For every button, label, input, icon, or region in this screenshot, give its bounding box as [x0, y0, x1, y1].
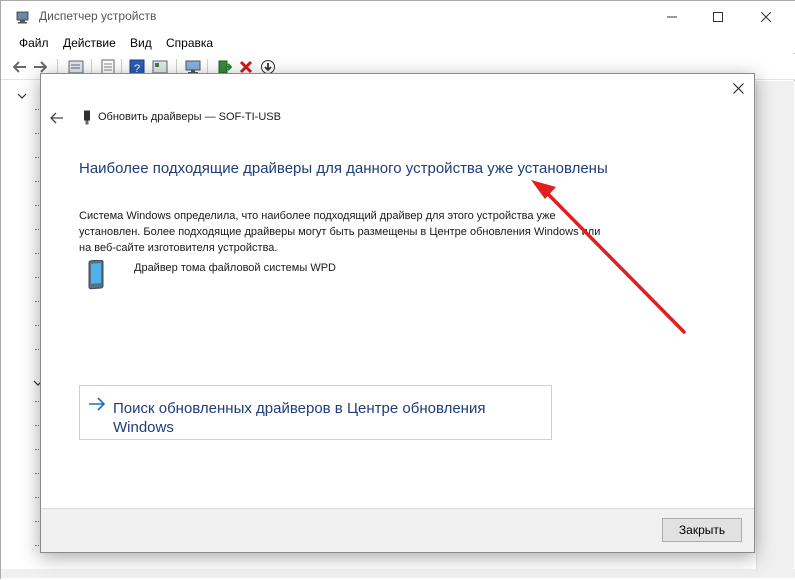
menu-action[interactable]: Действие	[63, 36, 116, 50]
menu-bar: Файл Действие Вид Справка	[1, 33, 795, 53]
close-button[interactable]: Закрыть	[662, 518, 742, 542]
maximize-button[interactable]	[695, 1, 741, 33]
device-manager-icon	[16, 11, 29, 24]
search-link-text: Поиск обновленных драйверов в Центре обн…	[113, 400, 486, 436]
menu-file[interactable]: Файл	[19, 36, 49, 50]
tree-view-icon	[68, 60, 84, 74]
window-close-button[interactable]	[743, 1, 789, 33]
forward-arrow-icon	[34, 61, 47, 73]
menu-help[interactable]: Справка	[166, 36, 213, 50]
maximize-icon	[713, 12, 723, 22]
close-icon	[732, 82, 744, 94]
menu-view[interactable]: Вид	[130, 36, 152, 50]
window-title: Диспетчер устройств	[39, 9, 157, 23]
back-arrow-icon	[13, 61, 26, 73]
chevron-down-icon[interactable]	[17, 91, 27, 101]
dialog-close-button[interactable]	[730, 80, 746, 96]
close-icon	[761, 12, 771, 22]
right-arrow-icon	[89, 397, 106, 411]
resources-icon	[152, 60, 168, 74]
dialog-footer: Закрыть	[41, 508, 754, 552]
vertical-scrollbar[interactable]	[756, 81, 794, 571]
status-bar	[1, 569, 795, 578]
back-button[interactable]	[11, 58, 29, 76]
back-arrow-icon[interactable]	[49, 110, 65, 126]
dialog-title: Обновить драйверы — SOF-TI-USB	[98, 111, 281, 123]
minimize-button[interactable]	[649, 1, 695, 33]
dialog-heading: Наиболее подходящие драйверы для данного…	[79, 160, 608, 177]
usb-device-icon	[84, 110, 90, 125]
search-windows-update-link[interactable]: Поиск обновленных драйверов в Центре обн…	[79, 385, 552, 440]
uninstall-icon	[239, 60, 253, 74]
dialog-body-text: Система Windows определила, что наиболее…	[79, 210, 601, 254]
title-bar: Диспетчер устройств	[1, 1, 795, 33]
minimize-icon	[667, 16, 677, 18]
portable-device-icon	[88, 260, 104, 290]
driver-name: Драйвер тома файловой системы WPD	[134, 262, 336, 274]
update-drivers-dialog: Обновить драйверы — SOF-TI-USB Наиболее …	[40, 73, 755, 553]
